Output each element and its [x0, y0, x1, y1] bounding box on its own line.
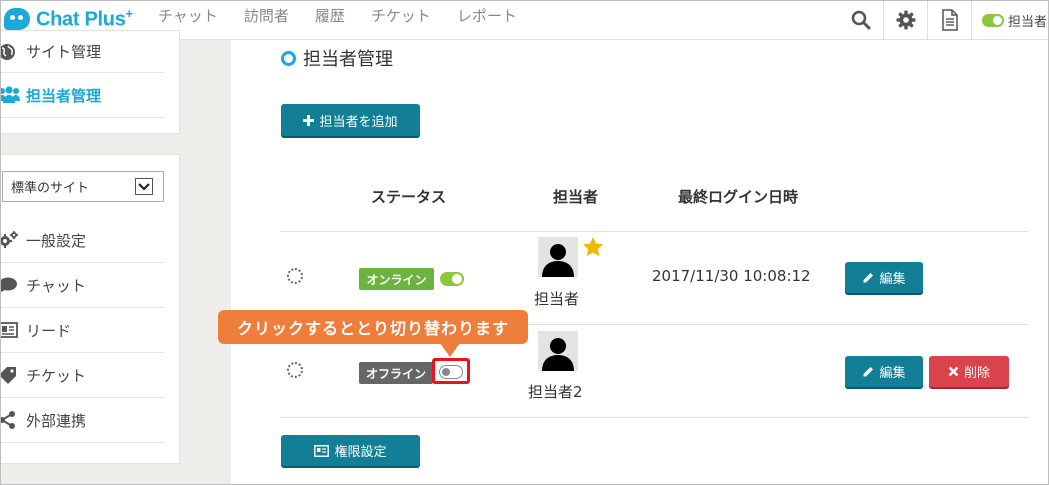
nav-item-tickets[interactable]: チケット [371, 5, 431, 26]
add-agent-label: 担当者を追加 [319, 114, 398, 130]
close-icon [948, 366, 959, 377]
sidebar-item-label: リード [26, 321, 72, 340]
document-icon [941, 9, 958, 31]
sidebar-item-leads[interactable]: リード [0, 308, 165, 353]
settings-button[interactable] [883, 0, 927, 40]
callout-annotation: クリックするととり切り替わります [218, 310, 528, 357]
online-toggle-icon [982, 13, 1004, 27]
avatar [538, 331, 578, 371]
page-title-text: 担当者管理 [303, 49, 393, 70]
site-select-value: 標準のサイト [11, 181, 90, 196]
circle-icon [281, 50, 296, 66]
id-card-icon [314, 444, 330, 457]
chat-bubble-logo-icon [4, 8, 30, 30]
nav-item-reports[interactable]: レポート [457, 5, 517, 26]
nav-item-history[interactable]: 履歴 [315, 5, 345, 26]
gears-icon [0, 231, 20, 249]
sidebar-item-label: チケット [26, 366, 87, 385]
sidebar-item-agent-management[interactable]: 担当者管理 [0, 73, 165, 118]
sidebar-item-label: チャット [26, 276, 86, 295]
sidebar-item-label: サイト管理 [26, 43, 102, 61]
sidebar-item-site-management[interactable]: サイト管理 [0, 31, 165, 73]
avatar [538, 237, 578, 277]
agent-name: 担当者 [534, 290, 580, 308]
ticket-icon [0, 366, 20, 384]
sidebar-item-general-settings[interactable]: 一般設定 [0, 218, 165, 263]
agent-status-label: 担当者 [1008, 14, 1048, 30]
site-select[interactable]: 標準のサイト [2, 171, 164, 202]
agent-name: 担当者2 [528, 383, 583, 401]
sidebar-site-section: 標準のサイト 一般設定 チャット リード チケット 外部連携 [0, 154, 180, 464]
speech-bubble-icon [0, 276, 20, 294]
sidebar-item-integrations[interactable]: 外部連携 [0, 398, 165, 443]
edit-button[interactable]: 編集 [845, 262, 923, 293]
owner-star-icon [582, 236, 604, 261]
globe-icon [0, 43, 20, 61]
highlight-box [432, 358, 470, 384]
delete-label: 削除 [963, 366, 990, 381]
main-nav: チャット 訪問者 履歴 チケット レポート [158, 0, 543, 30]
sidebar-item-label: 外部連携 [26, 411, 87, 430]
main-panel: 担当者管理 担当者を追加 ステータス 担当者 最終ログイン日時 オンライン 担当… [231, 40, 1049, 485]
search-button[interactable] [839, 0, 883, 40]
edit-label: 編集 [879, 366, 906, 381]
document-button[interactable] [927, 0, 971, 40]
gear-icon [896, 10, 915, 30]
table-divider [281, 417, 1029, 418]
pencil-icon [862, 366, 874, 378]
loading-spinner-icon [287, 268, 303, 284]
sidebar-admin-section: サイト管理 担当者管理 [0, 30, 180, 134]
permissions-label: 権限設定 [334, 445, 387, 460]
permissions-button[interactable]: 権限設定 [281, 435, 420, 466]
status-toggle-on[interactable] [440, 272, 464, 286]
plus-icon [303, 114, 315, 126]
edit-button[interactable]: 編集 [845, 356, 923, 387]
status-badge-online: オンライン [359, 268, 434, 290]
page-title: 担当者管理 [281, 46, 393, 70]
sidebar-item-label: 一般設定 [26, 231, 87, 250]
pencil-icon [862, 272, 874, 284]
search-icon [851, 10, 871, 30]
sidebar-item-label: 担当者管理 [26, 86, 102, 105]
last-login-time: 2017/11/30 10:08:12 [652, 267, 811, 285]
edit-label: 編集 [879, 272, 906, 287]
nav-item-chat[interactable]: チャット [158, 5, 218, 26]
table-divider [281, 231, 1029, 232]
column-header-agent: 担当者 [553, 188, 599, 206]
nav-right: 担当者 [839, 0, 1049, 40]
column-header-last-login: 最終ログイン日時 [678, 188, 799, 206]
users-icon [0, 86, 20, 104]
nav-item-visitors[interactable]: 訪問者 [244, 5, 289, 26]
sidebar-item-tickets[interactable]: チケット [0, 353, 165, 398]
logo-text: Chat Plus+ [36, 6, 133, 31]
delete-button[interactable]: 削除 [929, 356, 1009, 387]
id-card-icon [0, 322, 20, 338]
status-badge-offline: オフライン [359, 362, 433, 384]
app-logo[interactable]: Chat Plus+ [4, 5, 133, 33]
sidebar-item-chat[interactable]: チャット [0, 263, 165, 308]
loading-spinner-icon [287, 362, 303, 378]
share-icon [0, 411, 20, 429]
chevron-down-icon [135, 178, 153, 195]
add-agent-button[interactable]: 担当者を追加 [281, 104, 420, 136]
agent-status-toggle[interactable]: 担当者 [971, 0, 1049, 40]
column-header-status: ステータス [371, 188, 447, 206]
